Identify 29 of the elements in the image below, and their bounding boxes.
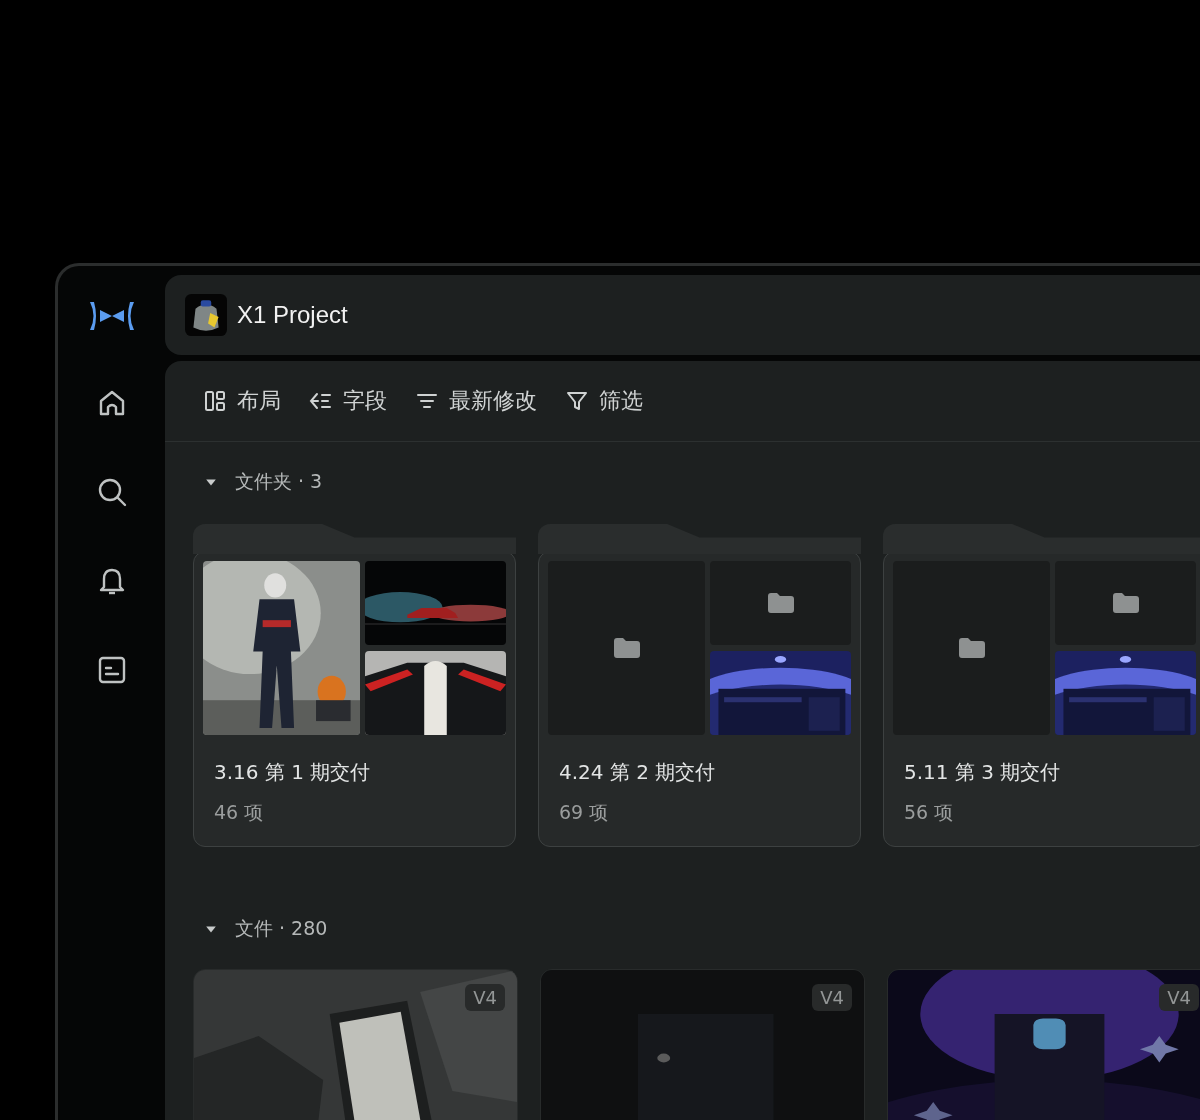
- item-count: 46 项: [214, 800, 265, 825]
- folder-icon: [1112, 593, 1139, 613]
- item-count: 56 项: [904, 800, 955, 825]
- section-title: 文件夹 · 3: [235, 469, 323, 494]
- project-title: X1 Project: [237, 301, 348, 329]
- folder-icon: [958, 638, 985, 658]
- version-badge: V4: [465, 984, 505, 1011]
- version-badge: V4: [812, 984, 852, 1011]
- folder-icon: [613, 638, 640, 658]
- item-count: 69 项: [559, 800, 610, 825]
- folder-title: 3.16 第 1 期交付: [214, 759, 372, 786]
- sort-button[interactable]: 最新修改: [415, 386, 537, 416]
- version-badge: V4: [1159, 984, 1199, 1011]
- layout-icon: [203, 389, 227, 413]
- file-card[interactable]: V4: [540, 969, 865, 1120]
- logo-icon: [87, 300, 136, 332]
- folder-title: 4.24 第 2 期交付: [559, 759, 717, 786]
- filter-icon: [565, 389, 589, 413]
- folder-card[interactable]: 3.16 第 1 期交付 46 项: [193, 551, 516, 847]
- layout-button[interactable]: 布局: [203, 386, 281, 416]
- folder-card[interactable]: 4.24 第 2 期交付 69 项: [538, 551, 861, 847]
- folder-icon: [767, 593, 794, 613]
- folder-card[interactable]: 5.11 第 3 期交付 56 项: [883, 551, 1200, 847]
- file-card[interactable]: V4: [193, 969, 518, 1120]
- section-title: 文件 · 280: [235, 916, 328, 941]
- fields-button[interactable]: 字段: [309, 386, 387, 416]
- folder-title: 5.11 第 3 期交付: [904, 759, 1062, 786]
- filter-button[interactable]: 筛选: [565, 386, 643, 416]
- file-card[interactable]: V4: [887, 969, 1200, 1120]
